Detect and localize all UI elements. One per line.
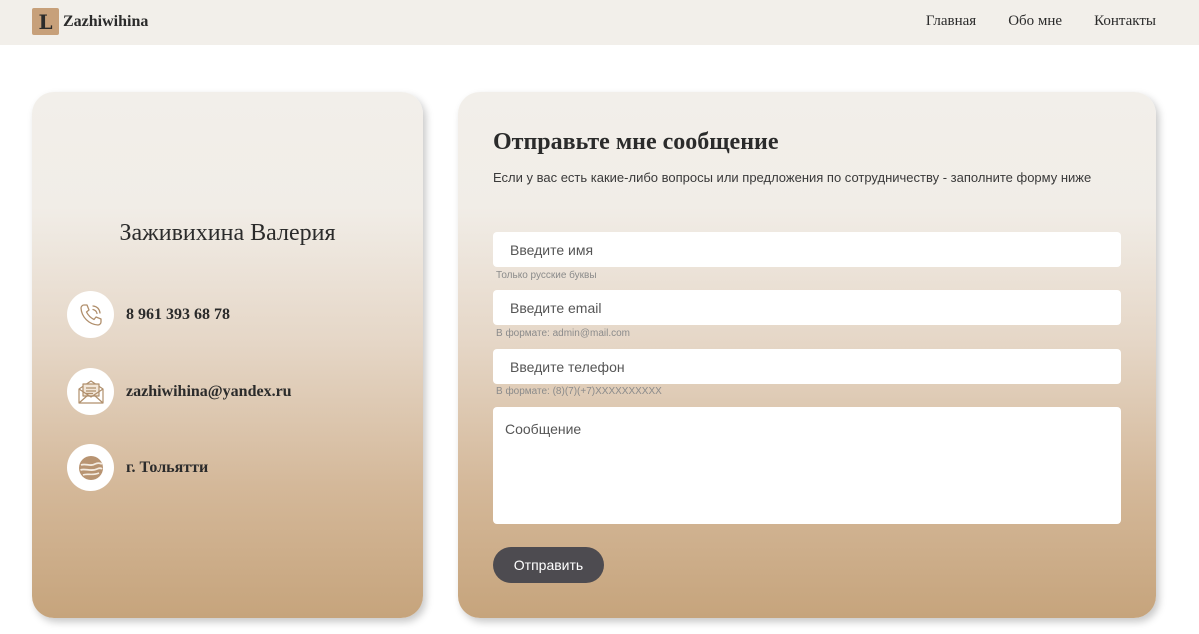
mail-icon — [67, 368, 114, 415]
message-form-card: Отправьте мне сообщение Если у вас есть … — [458, 92, 1156, 618]
globe-icon — [67, 444, 114, 491]
contact-phone: 8 961 393 68 78 — [67, 291, 230, 338]
contact-card: Заживихина Валерия 8 961 393 68 78 zazhi… — [32, 92, 423, 618]
message-textarea[interactable] — [493, 407, 1121, 524]
contact-phone-text[interactable]: 8 961 393 68 78 — [126, 306, 230, 324]
phone-hint: В формате: (8)(7)(+7)XXXXXXXXXX — [496, 386, 662, 397]
submit-button[interactable]: Отправить — [493, 547, 604, 583]
contact-email: zazhiwihina@yandex.ru — [67, 368, 292, 415]
person-name: Заживихина Валерия — [119, 220, 336, 246]
nav-contacts[interactable]: Контакты — [1094, 13, 1156, 30]
email-input[interactable] — [493, 290, 1121, 325]
nav-about[interactable]: Обо мне — [1008, 13, 1062, 30]
form-title: Отправьте мне сообщение — [493, 129, 779, 155]
form-description: Если у вас есть какие-либо вопросы или п… — [493, 170, 1092, 185]
phone-input[interactable] — [493, 349, 1121, 384]
contact-email-text[interactable]: zazhiwihina@yandex.ru — [126, 383, 292, 401]
name-hint: Только русские буквы — [496, 270, 597, 281]
logo-mark: L — [32, 8, 59, 35]
contact-city-text: г. Тольятти — [126, 458, 209, 476]
email-hint: В формате: admin@mail.com — [496, 328, 630, 339]
logo[interactable]: L Zazhiwihina — [32, 8, 148, 35]
contact-city: г. Тольятти — [67, 444, 208, 491]
name-input[interactable] — [493, 232, 1121, 267]
logo-text: Zazhiwihina — [63, 12, 149, 30]
nav-home[interactable]: Главная — [926, 13, 976, 30]
main-nav: Главная Обо мне Контакты — [926, 13, 1156, 30]
top-navbar: L Zazhiwihina Главная Обо мне Контакты — [0, 0, 1199, 45]
phone-icon — [67, 291, 114, 338]
